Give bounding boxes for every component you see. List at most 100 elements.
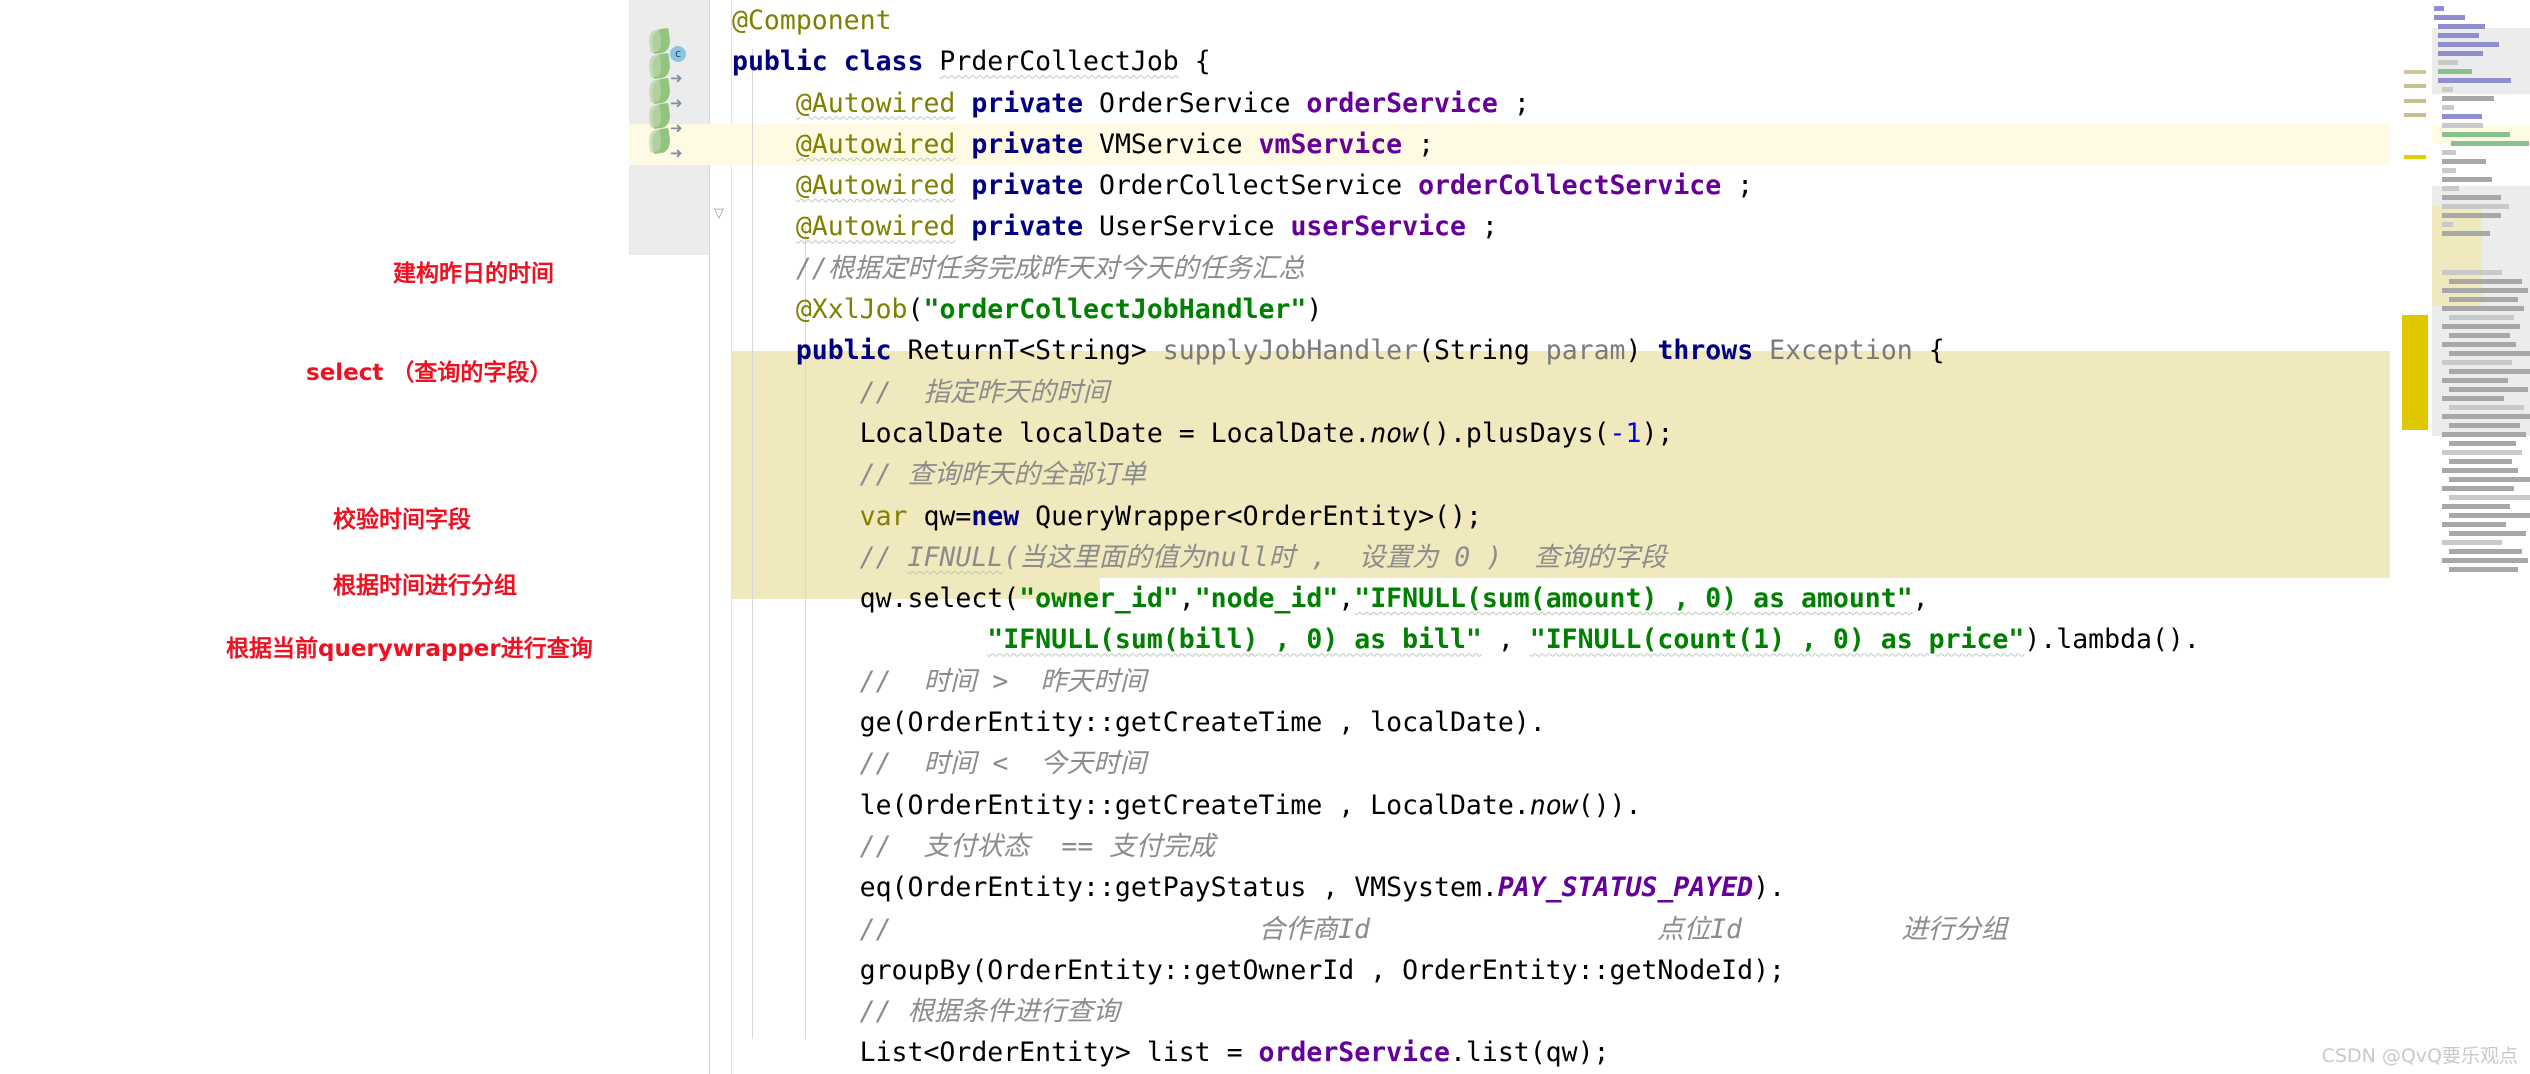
annotation-layer: 建构昨日的时间 select （查询的字段） 校验时间字段 根据时间进行分组 根据当前q… <box>0 0 800 1074</box>
scrollbar-marker[interactable] <box>2404 113 2426 117</box>
minimap-row <box>2449 567 2518 572</box>
minimap-row <box>2442 96 2494 101</box>
code-token: @Autowired <box>795 170 956 202</box>
code-token: // <box>859 541 908 573</box>
code-token: throws <box>1657 335 1754 367</box>
minimap-row <box>2449 477 2530 482</box>
code-token: ; <box>1721 170 1754 202</box>
minimap-row <box>2442 132 2510 137</box>
code-token: // 时间 > 昨天时间 <box>859 665 1147 697</box>
minimap-row <box>2442 504 2510 509</box>
code-line: // 查询昨天的全部订单 <box>732 454 2392 495</box>
code-token: LocalDate localDate = LocalDate. <box>859 417 1371 449</box>
minimap-row <box>2442 558 2528 563</box>
code-line: @XxlJob("orderCollectJobHandler") <box>732 289 2392 330</box>
code-token: // 合作商Id 点位Id 进行分组 <box>859 913 2008 945</box>
code-token: @Autowired <box>795 211 956 243</box>
code-token: qw= <box>907 500 972 532</box>
code-token: class <box>843 46 940 78</box>
minimap-row <box>2434 6 2444 11</box>
code-line: public class PrderCollectJob { <box>732 41 2392 82</box>
scrollbar-thumb[interactable] <box>2402 315 2428 430</box>
code-token: @Autowired <box>795 128 956 160</box>
code-token: // 根据条件进行查询 <box>859 996 1120 1028</box>
code-token: // 支付状态 == 支付完成 <box>859 830 1216 862</box>
minimap-row <box>2449 405 2524 410</box>
minimap-row <box>2449 441 2516 446</box>
code-token: PrderCollectJob <box>939 46 1179 78</box>
code-token: List<OrderEntity> list = <box>859 1037 1259 1069</box>
scrollbar-marker[interactable] <box>2404 70 2426 74</box>
code-token: Exception <box>1769 335 1913 367</box>
code-annotation-label: select （查询的字段） <box>306 360 553 386</box>
code-line: @Autowired private VMService vmService ; <box>732 124 2392 165</box>
code-token: le(OrderEntity::getCreateTime , LocalDat… <box>859 789 1530 821</box>
minimap-row <box>2442 159 2486 164</box>
code-token: QueryWrapper<OrderEntity>(); <box>1019 500 1482 532</box>
minimap-row <box>2434 15 2465 20</box>
minimap-row <box>2438 42 2499 47</box>
code-token: "orderCollectJobHandler" <box>923 294 1307 326</box>
code-token: "IFNULL(count(1) , 0) as price" <box>1529 624 2025 656</box>
minimap-row <box>2442 168 2456 173</box>
code-token: // 时间 < 今天时间 <box>859 748 1147 780</box>
code-token: orderCollectService <box>1418 170 1722 202</box>
code-token: ()). <box>1577 789 1642 821</box>
code-token: OrderCollectService <box>1083 170 1419 202</box>
code-token: now <box>1529 789 1578 821</box>
minimap-row <box>2442 195 2501 200</box>
minimap-row <box>2449 297 2518 302</box>
code-token: ( <box>907 294 924 326</box>
code-line: // 指定昨天的时间 <box>732 372 2392 413</box>
code-token: ). <box>1753 872 1786 904</box>
watermark-text: CSDN @QvQ要乐观点 <box>2321 1045 2518 1067</box>
code-token: { <box>1178 46 1211 78</box>
minimap[interactable] <box>2432 0 2530 1074</box>
minimap-row <box>2449 513 2530 518</box>
code-token: (当这里面的值为null时 , 设置为 0 ) 查询的字段 <box>1003 541 1667 573</box>
code-line: qw.select("owner_id","node_id","IFNULL(s… <box>732 578 2392 619</box>
code-annotation-label: 根据时间进行分组 <box>333 573 517 599</box>
code-token: -1 <box>1609 417 1642 449</box>
code-token: "owner_id" <box>1019 583 1179 615</box>
minimap-row <box>2449 351 2530 356</box>
code-line: //根据定时任务完成昨天对今天的任务汇总 <box>732 248 2392 289</box>
code-token: "IFNULL(sum(bill) , 0) as bill" <box>987 624 1482 656</box>
scrollbar-marker[interactable] <box>2404 155 2426 159</box>
scrollbar-marker[interactable] <box>2404 84 2426 88</box>
minimap-row <box>2442 378 2508 383</box>
code-token: ge(OrderEntity::getCreateTime , localDat… <box>859 707 1546 739</box>
code-editor[interactable]: c ➜ ➜ ➜ ➜ ▽ @Component public class Prder… <box>0 0 2530 1074</box>
code-token: private <box>971 211 1084 243</box>
minimap-row <box>2442 414 2530 419</box>
code-token: , <box>1338 583 1355 615</box>
code-token: vmService <box>1258 128 1403 160</box>
code-line: LocalDate localDate = LocalDate.now().pl… <box>732 413 2392 454</box>
minimap-row <box>2442 360 2512 365</box>
minimap-row <box>2442 204 2509 209</box>
code-token: OrderService <box>1083 87 1307 119</box>
code-token: // 指定昨天的时间 <box>859 376 1109 408</box>
minimap-row <box>2442 540 2502 545</box>
code-line: // 根据条件进行查询 <box>732 991 2392 1032</box>
code-token: private <box>971 128 1084 160</box>
minimap-row <box>2442 231 2490 236</box>
code-token: ; <box>1402 128 1435 160</box>
code-token: groupBy(OrderEntity::getOwnerId , OrderE… <box>859 954 1785 986</box>
minimap-row <box>2442 87 2453 92</box>
minimap-row <box>2442 177 2492 182</box>
minimap-row <box>2442 288 2528 293</box>
scrollbar-marker[interactable] <box>2404 99 2426 103</box>
code-token: eq(OrderEntity::getPayStatus , VMSystem. <box>859 872 1498 904</box>
minimap-row <box>2449 387 2528 392</box>
code-line: le(OrderEntity::getCreateTime , LocalDat… <box>732 785 2392 826</box>
code-text-area[interactable]: @Component public class PrderCollectJob {… <box>732 0 2392 1074</box>
code-token: // 查询昨天的全部订单 <box>859 459 1147 491</box>
minimap-row <box>2442 396 2504 401</box>
code-token: ; <box>1497 87 1530 119</box>
minimap-row <box>2438 69 2472 74</box>
code-annotation-label: 建构昨日的时间 <box>393 261 554 287</box>
code-line: ge(OrderEntity::getCreateTime , localDat… <box>732 702 2392 743</box>
